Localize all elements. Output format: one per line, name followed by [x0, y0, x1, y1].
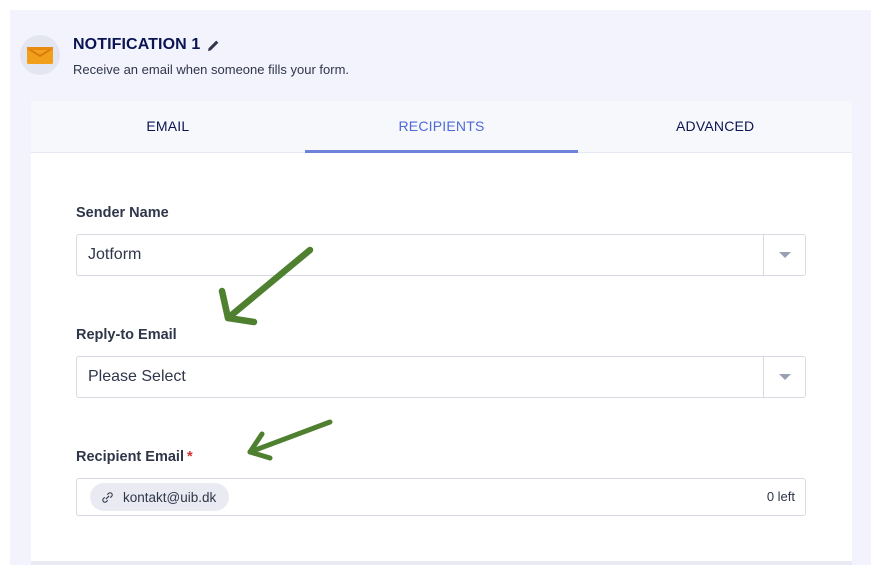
- sender-name-dropdown[interactable]: Jotform: [76, 234, 806, 276]
- dropdown-toggle[interactable]: [763, 357, 805, 397]
- envelope-icon: [20, 35, 60, 75]
- link-icon: [102, 491, 113, 503]
- card-footer-strip: [31, 561, 852, 565]
- required-mark: *: [186, 449, 193, 465]
- email-tag[interactable]: kontakt@uib.dk: [90, 483, 230, 511]
- recipient-email-label: Recipient Email *: [76, 449, 193, 465]
- pencil-icon[interactable]: [207, 39, 220, 52]
- notification-header: NOTIFICATION 1 Receive an email when som…: [20, 32, 820, 82]
- chevron-down-icon: [778, 374, 791, 380]
- chevron-down-icon: [778, 252, 791, 258]
- sender-name-value: Jotform: [88, 246, 142, 263]
- tab-advanced[interactable]: ADVANCED: [578, 101, 852, 152]
- recipient-email-input[interactable]: kontakt@uib.dk 0 left: [76, 478, 806, 516]
- sender-name-label: Sender Name: [76, 205, 169, 221]
- remaining-count: 0 left: [766, 489, 795, 504]
- tab-recipients[interactable]: RECIPIENTS: [304, 101, 579, 153]
- notification-title: NOTIFICATION 1: [73, 36, 201, 53]
- tab-email[interactable]: EMAIL: [31, 101, 305, 152]
- dropdown-toggle[interactable]: [763, 235, 805, 275]
- tab-bar: EMAIL RECIPIENTS ADVANCED: [31, 101, 852, 153]
- reply-to-dropdown[interactable]: Please Select: [76, 356, 806, 398]
- notification-subtitle: Receive an email when someone fills your…: [73, 62, 350, 77]
- reply-to-label: Reply-to Email: [76, 327, 177, 343]
- reply-to-value: Please Select: [88, 368, 186, 385]
- email-tag-text: kontakt@uib.dk: [123, 489, 217, 505]
- recipient-email-label-text: Recipient Email: [76, 449, 184, 465]
- settings-card: EMAIL RECIPIENTS ADVANCED Sender Name Jo…: [31, 101, 852, 565]
